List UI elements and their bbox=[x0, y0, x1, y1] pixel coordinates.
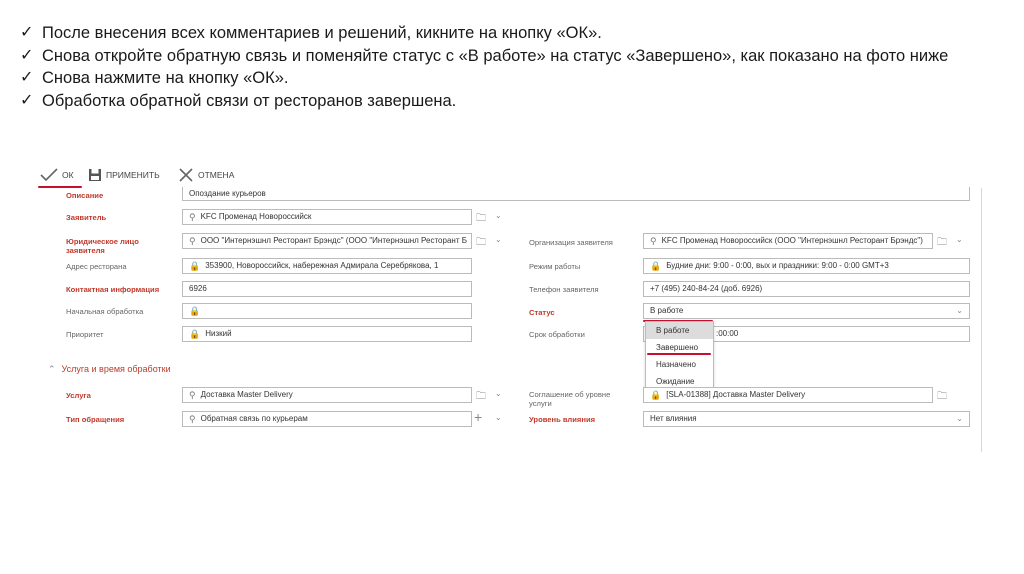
applicant-org-field[interactable]: ⚲ KFC Променад Новороссийск (ООО "Интернэ… bbox=[643, 233, 933, 249]
lock-icon: 🔒 bbox=[189, 306, 201, 316]
checkmark-icon bbox=[40, 168, 58, 182]
ok-highlight-underline bbox=[38, 186, 82, 188]
initial-processing-label: Начальная обработка bbox=[66, 307, 144, 316]
lock-icon: 🔒 bbox=[650, 390, 662, 400]
instruction-item: ✓ Обработка обратной связи от ресторанов … bbox=[20, 90, 960, 113]
impact-level-select[interactable]: Нет влияния ⌄ bbox=[643, 411, 970, 427]
legal-entity-label: Юридическое лицо заявителя bbox=[66, 237, 139, 255]
scrollbar-track[interactable] bbox=[981, 188, 982, 452]
check-icon: ✓ bbox=[20, 91, 34, 109]
chevron-down-icon[interactable]: ⌄ bbox=[495, 413, 502, 422]
status-option-assigned[interactable]: Назначено bbox=[646, 356, 713, 373]
work-mode-field: 🔒 Будние дни: 9:00 - 0:00, вых и праздник… bbox=[643, 258, 970, 274]
folder-icon[interactable]: 🗀 bbox=[937, 235, 947, 252]
priority-label: Приоритет bbox=[66, 330, 104, 339]
instruction-item: ✓ Снова нажмите на кнопку «ОК». bbox=[20, 67, 960, 90]
folder-icon[interactable]: 🗀 bbox=[476, 389, 486, 406]
check-icon: ✓ bbox=[20, 69, 34, 86]
save-icon bbox=[89, 169, 101, 181]
instruction-item: ✓ Снова откройте обратную связь и поменяй… bbox=[20, 45, 960, 68]
chevron-up-icon: ⌃ bbox=[48, 364, 56, 374]
folder-icon[interactable]: 🗀 bbox=[476, 235, 486, 252]
close-icon bbox=[179, 168, 193, 182]
chevron-down-icon[interactable]: ⌄ bbox=[495, 211, 502, 220]
search-icon: ⚲ bbox=[650, 236, 657, 246]
instructions-list: ✓ После внесения всех комментариев и реше… bbox=[20, 22, 960, 112]
check-icon: ✓ bbox=[20, 24, 34, 41]
chevron-down-icon: ⌄ bbox=[956, 306, 963, 315]
ok-button[interactable]: ОК bbox=[40, 168, 74, 182]
add-icon[interactable]: + bbox=[474, 409, 482, 425]
applicant-phone-label: Телефон заявителя bbox=[529, 285, 599, 294]
folder-icon[interactable]: 🗀 bbox=[937, 389, 947, 406]
contact-info-label: Контактная информация bbox=[66, 285, 160, 294]
applicant-org-label: Организация заявителя bbox=[529, 238, 613, 247]
chevron-down-icon[interactable]: ⌄ bbox=[495, 389, 502, 398]
priority-field: 🔒 Низкий bbox=[182, 326, 472, 342]
chevron-down-icon[interactable]: ⌄ bbox=[495, 235, 502, 244]
search-icon: ⚲ bbox=[189, 390, 196, 400]
chevron-down-icon: ⌄ bbox=[956, 414, 963, 423]
status-option-in-progress[interactable]: В работе bbox=[646, 322, 713, 339]
completed-highlight-underline bbox=[647, 353, 711, 355]
sla-field: 🔒 [SLA-01388] Доставка Master Delivery bbox=[643, 387, 933, 403]
folder-icon[interactable]: 🗀 bbox=[476, 211, 486, 228]
lock-icon: 🔒 bbox=[189, 329, 201, 339]
applicant-field[interactable]: ⚲ KFC Променад Новороссийск bbox=[182, 209, 472, 225]
restaurant-address-field: 🔒 353900, Новороссийск, набережная Адмира… bbox=[182, 258, 472, 274]
crm-form-screenshot: ОК ПРИМЕНИТЬ ОТМЕНА Описание Опоздание к… bbox=[36, 160, 984, 452]
chevron-down-icon[interactable]: ⌄ bbox=[956, 235, 963, 244]
description-field[interactable]: Опоздание курьеров bbox=[182, 187, 970, 201]
instruction-item: ✓ После внесения всех комментариев и реше… bbox=[20, 22, 960, 45]
check-icon: ✓ bbox=[20, 46, 34, 64]
initial-processing-field: 🔒 bbox=[182, 303, 472, 319]
legal-entity-field[interactable]: ⚲ ООО "Интернэшнл Ресторант Брэндс" (ООО … bbox=[182, 233, 472, 249]
status-dropdown: В работе Завершено Назначено Ожидание bbox=[645, 321, 714, 391]
service-field[interactable]: ⚲ Доставка Master Delivery bbox=[182, 387, 472, 403]
service-section-header[interactable]: ⌃ Услуга и время обработки bbox=[48, 364, 171, 375]
lock-icon: 🔒 bbox=[189, 261, 201, 271]
status-label: Статус bbox=[529, 308, 555, 317]
applicant-label: Заявитель bbox=[66, 213, 107, 222]
search-icon: ⚲ bbox=[189, 236, 196, 246]
status-select[interactable]: В работе ⌄ bbox=[643, 303, 970, 319]
impact-level-label: Уровень влияния bbox=[529, 415, 596, 424]
sla-label: Соглашение об уровне услуги bbox=[529, 390, 611, 408]
contact-info-field[interactable]: 6926 bbox=[182, 281, 472, 297]
apply-button[interactable]: ПРИМЕНИТЬ bbox=[88, 168, 160, 182]
applicant-phone-field[interactable]: +7 (495) 240-84-24 (доб. 6926) bbox=[643, 281, 970, 297]
service-label: Услуга bbox=[66, 391, 91, 400]
request-type-field[interactable]: ⚲ Обратная связь по курьерам bbox=[182, 411, 472, 427]
description-label: Описание bbox=[66, 191, 104, 200]
restaurant-address-label: Адрес ресторана bbox=[66, 262, 127, 271]
search-icon: ⚲ bbox=[189, 212, 196, 222]
lock-icon: 🔒 bbox=[650, 261, 662, 271]
request-type-label: Тип обращения bbox=[66, 415, 125, 424]
work-mode-label: Режим работы bbox=[529, 262, 581, 271]
search-icon: ⚲ bbox=[189, 414, 196, 424]
processing-deadline-label: Срок обработки bbox=[529, 330, 585, 339]
toolbar: ОК ПРИМЕНИТЬ ОТМЕНА bbox=[36, 166, 984, 188]
cancel-button[interactable]: ОТМЕНА bbox=[178, 168, 234, 182]
